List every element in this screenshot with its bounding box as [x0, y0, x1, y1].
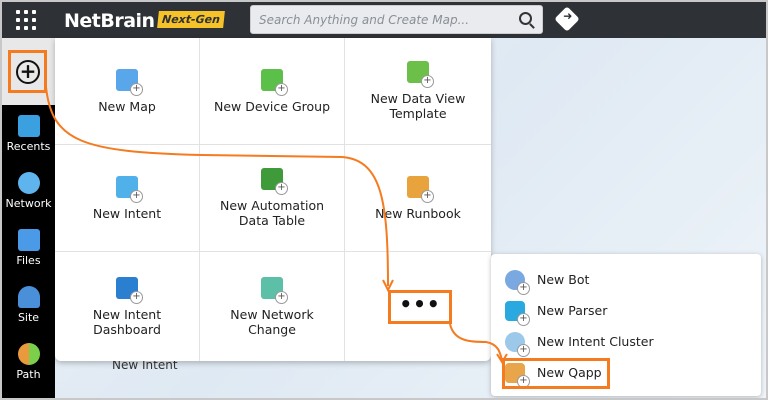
app-window: NetBrain Next-Gen Search Anything and Cr…	[2, 2, 766, 398]
new-bot-item[interactable]: New Bot	[491, 264, 761, 295]
item-label: New Parser	[537, 303, 608, 318]
item-label: New Bot	[537, 272, 590, 287]
item-label: New Intent Cluster	[537, 334, 654, 349]
new-runbook-item[interactable]: New Runbook	[345, 145, 491, 252]
item-label: New Intent Dashboard	[92, 306, 162, 337]
item-label: New Runbook	[375, 205, 461, 221]
app-grid-icon[interactable]	[16, 10, 36, 30]
top-bar: NetBrain Next-Gen Search Anything and Cr…	[2, 2, 766, 38]
sidebar-item-label: Network	[5, 197, 52, 210]
network-icon	[17, 172, 40, 194]
item-label: New Data View Template	[370, 91, 466, 121]
network-change-icon	[261, 276, 288, 304]
parser-icon	[505, 300, 530, 326]
qapp-highlight	[502, 358, 610, 389]
bot-icon	[505, 269, 530, 295]
more-button[interactable]: •••	[388, 290, 452, 324]
sidebar-item-network[interactable]: Network	[2, 172, 55, 210]
new-intent-dashboard-item[interactable]: New Intent Dashboard	[55, 252, 200, 361]
sidebar-item-site[interactable]: Site	[2, 286, 55, 324]
table-icon	[261, 168, 288, 195]
sidebar-item-label: Path	[16, 368, 41, 381]
sidebar-item-label: Files	[16, 254, 41, 267]
plus-circle-icon: +	[16, 60, 40, 84]
path-icon	[17, 343, 40, 365]
item-label: New Intent	[92, 205, 162, 221]
intent-icon	[116, 175, 143, 203]
next-gen-badge: Next-Gen	[157, 11, 225, 28]
new-device-group-item[interactable]: New Device Group	[200, 38, 345, 145]
create-new-button[interactable]: +	[8, 50, 47, 93]
item-label: New Network Change	[230, 306, 314, 337]
brand-logo: NetBrain	[64, 10, 155, 32]
recents-icon	[17, 115, 40, 137]
item-label: New Device Group	[213, 98, 330, 114]
search-placeholder: Search Anything and Create Map...	[259, 13, 470, 27]
sidebar-item-path[interactable]: Path	[2, 343, 55, 381]
runbook-icon	[407, 175, 434, 203]
intent-cluster-icon	[505, 331, 530, 357]
search-icon[interactable]	[519, 12, 532, 25]
sidebar-item-label: Site	[17, 311, 40, 324]
new-automation-data-table-item[interactable]: New Automation Data Table	[200, 145, 345, 252]
sidebar-item-recents[interactable]: Recents	[2, 115, 55, 153]
dashboard-icon	[116, 276, 143, 304]
sidebar-item-label: Recents	[6, 140, 51, 153]
folder-icon	[17, 229, 40, 251]
data-view-icon	[407, 61, 434, 88]
directions-icon[interactable]	[554, 6, 580, 32]
new-data-view-template-item[interactable]: New Data View Template	[345, 38, 491, 145]
new-network-change-item[interactable]: New Network Change	[200, 252, 345, 361]
device-group-icon	[261, 68, 288, 96]
sidebar-item-files[interactable]: Files	[2, 229, 55, 267]
new-map-item[interactable]: New Map	[55, 38, 200, 145]
new-parser-item[interactable]: New Parser	[491, 295, 761, 326]
new-intent-item[interactable]: New Intent	[55, 145, 200, 252]
map-icon	[116, 68, 143, 96]
new-intent-cluster-item[interactable]: New Intent Cluster	[491, 326, 761, 357]
item-label: New Automation Data Table	[219, 198, 325, 228]
site-icon	[17, 286, 40, 308]
search-input[interactable]: Search Anything and Create Map...	[250, 5, 543, 34]
item-label: New Map	[98, 98, 156, 114]
